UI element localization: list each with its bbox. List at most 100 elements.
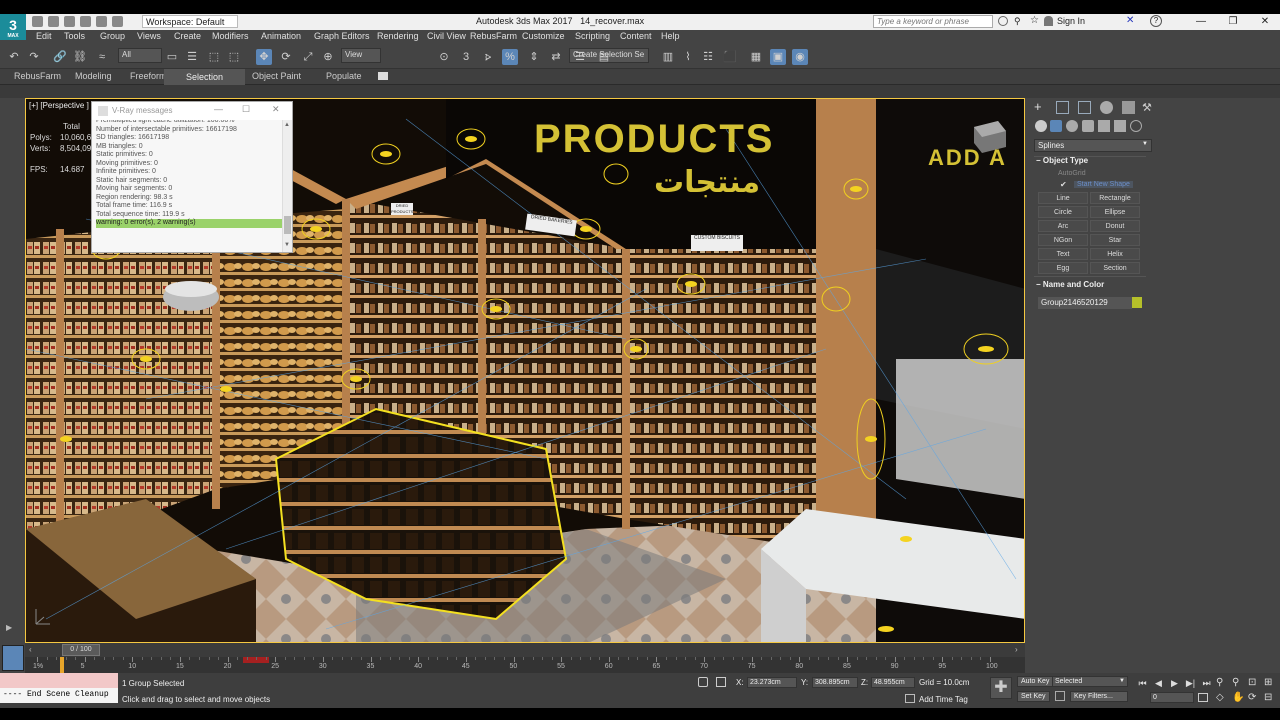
shape-button-section[interactable]: Section bbox=[1090, 262, 1140, 274]
x-coordinate-field[interactable]: 23.273cm bbox=[747, 677, 797, 688]
name-color-rollout[interactable]: − Name and Color bbox=[1036, 280, 1104, 289]
lock-selection-icon[interactable] bbox=[698, 677, 708, 687]
menu-graph-editors[interactable]: Graph Editors bbox=[314, 31, 370, 41]
favorites-star-icon[interactable]: ☆ bbox=[1030, 15, 1039, 26]
zoom-extents-icon[interactable]: ⊡ bbox=[1248, 677, 1256, 688]
object-name-field[interactable]: Group2146520129 bbox=[1038, 297, 1132, 309]
menu-animation[interactable]: Animation bbox=[261, 31, 301, 41]
snap-toggle-icon[interactable]: 3 bbox=[458, 49, 474, 65]
key-tangent-icon[interactable] bbox=[1055, 691, 1065, 701]
shapes-icon[interactable] bbox=[1050, 120, 1062, 132]
redo-quick-icon[interactable] bbox=[96, 16, 107, 27]
scroll-thumb[interactable] bbox=[284, 216, 291, 234]
hierarchy-tab-icon[interactable] bbox=[1078, 101, 1091, 114]
select-object-icon[interactable]: ▭ bbox=[164, 49, 180, 65]
geometry-icon[interactable] bbox=[1035, 120, 1047, 132]
undo-quick-icon[interactable] bbox=[80, 16, 91, 27]
menu-modifiers[interactable]: Modifiers bbox=[212, 31, 249, 41]
ribbon-options-icon[interactable] bbox=[378, 72, 388, 80]
lights-icon[interactable] bbox=[1066, 120, 1078, 132]
save-file-icon[interactable] bbox=[64, 16, 75, 27]
create-tab-icon[interactable]: + bbox=[1034, 100, 1047, 114]
set-key-button[interactable]: Set Key bbox=[1017, 691, 1050, 702]
select-move-icon[interactable]: ✥ bbox=[256, 49, 272, 65]
curve-editor-icon[interactable]: ⌇ bbox=[680, 49, 696, 65]
y-coordinate-field[interactable]: 308.895cm bbox=[812, 677, 858, 688]
scroll-up-icon[interactable]: ▲ bbox=[284, 122, 290, 128]
minimize-icon[interactable]: — bbox=[1186, 14, 1216, 29]
next-frame-arrow-icon[interactable]: › bbox=[1015, 645, 1018, 654]
subscription-icon[interactable]: ⚲ bbox=[1014, 16, 1021, 27]
object-type-rollout[interactable]: − Object Type bbox=[1036, 156, 1088, 165]
menu-customize[interactable]: Customize bbox=[522, 31, 565, 41]
unlink-icon[interactable]: ⛓ bbox=[72, 49, 88, 65]
time-tag-icon[interactable] bbox=[905, 694, 915, 703]
ribbon-tab-freeform[interactable]: Freeform bbox=[130, 71, 167, 81]
project-folder-icon[interactable] bbox=[112, 16, 123, 27]
menu-rebusfarm[interactable]: RebusFarm bbox=[470, 31, 517, 41]
scene-explorer-icon[interactable]: ▥ bbox=[660, 49, 676, 65]
motion-tab-icon[interactable] bbox=[1100, 101, 1113, 114]
utilities-tab-icon[interactable]: ⚒ bbox=[1142, 101, 1155, 114]
workspace-dropdown[interactable]: Workspace: Default bbox=[142, 15, 238, 28]
systems-icon[interactable] bbox=[1130, 120, 1142, 132]
menu-rendering[interactable]: Rendering bbox=[377, 31, 419, 41]
time-slider[interactable]: 0 / 100 › ‹ bbox=[25, 643, 1025, 657]
menu-create[interactable]: Create bbox=[174, 31, 201, 41]
menu-content[interactable]: Content bbox=[620, 31, 652, 41]
vray-scrollbar[interactable]: ▲ ▼ bbox=[282, 120, 292, 252]
field-of-view-icon[interactable]: ◇ bbox=[1216, 692, 1224, 703]
viewport-label[interactable]: [+] [Perspective ] bbox=[29, 101, 89, 110]
helpers-icon[interactable] bbox=[1098, 120, 1110, 132]
maximize-viewport-icon[interactable]: ⊟ bbox=[1264, 692, 1272, 703]
shape-button-donut[interactable]: Donut bbox=[1090, 220, 1140, 232]
select-rotate-icon[interactable]: ⟳ bbox=[278, 49, 294, 65]
search-input[interactable]: Type a keyword or phrase bbox=[873, 15, 993, 28]
app-logo[interactable]: 3 MAX bbox=[0, 14, 26, 40]
object-color-swatch[interactable] bbox=[1132, 297, 1142, 308]
menu-edit[interactable]: Edit bbox=[36, 31, 52, 41]
pivot-icon[interactable]: ⊙ bbox=[436, 49, 452, 65]
align-icon[interactable]: ☰ bbox=[572, 49, 588, 65]
select-by-name-icon[interactable]: ☰ bbox=[184, 49, 200, 65]
ribbon-tab-selection[interactable]: Selection bbox=[164, 69, 246, 85]
place-icon[interactable]: ⊕ bbox=[320, 49, 336, 65]
selection-filter-dropdown[interactable]: All bbox=[118, 48, 162, 63]
shape-button-star[interactable]: Star bbox=[1090, 234, 1140, 246]
window-crossing-icon[interactable]: ⬚ bbox=[226, 49, 242, 65]
material-editor-icon[interactable]: ⬛ bbox=[722, 49, 738, 65]
reference-coord-dropdown[interactable]: View bbox=[341, 48, 381, 63]
menu-scripting[interactable]: Scripting bbox=[575, 31, 610, 41]
time-config-icon[interactable] bbox=[1198, 693, 1208, 702]
exchange-icon[interactable]: ✕ bbox=[1126, 15, 1134, 26]
set-key-icon[interactable]: ✚ bbox=[990, 677, 1012, 699]
link-icon[interactable]: 🔗 bbox=[52, 49, 68, 65]
zoom-icon[interactable]: ⚲ bbox=[1216, 677, 1223, 688]
redo-icon[interactable]: ↷ bbox=[26, 49, 42, 65]
undo-icon[interactable]: ↶ bbox=[6, 49, 22, 65]
modify-tab-icon[interactable] bbox=[1056, 101, 1069, 114]
menu-views[interactable]: Views bbox=[137, 31, 161, 41]
new-file-icon[interactable] bbox=[32, 16, 43, 27]
expand-arrow-icon[interactable]: ▶ bbox=[6, 623, 12, 632]
pan-view-icon[interactable]: ✋ bbox=[1232, 692, 1244, 703]
search-icon[interactable] bbox=[998, 16, 1008, 26]
key-mode-dropdown[interactable]: Selected ▼ bbox=[1052, 676, 1128, 687]
spinner-snap-icon[interactable]: ⇕ bbox=[526, 49, 542, 65]
timeline-track[interactable]: 1% 5 10 15 20 25 30 35 40 45 50 55 60 65 70 75 80 85 90 95 1… bbox=[25, 657, 1025, 673]
vray-title-bar[interactable]: V-Ray messages — ☐ ✕ bbox=[92, 102, 292, 120]
shape-button-arc[interactable]: Arc bbox=[1038, 220, 1088, 232]
maxscript-listener-input[interactable] bbox=[0, 673, 118, 688]
shape-button-text[interactable]: Text bbox=[1038, 248, 1088, 260]
shape-button-circle[interactable]: Circle bbox=[1038, 206, 1088, 218]
next-frame-icon[interactable]: ▶| bbox=[1184, 677, 1197, 690]
maxscript-listener-output[interactable]: ---- End Scene Cleanup bbox=[0, 688, 118, 703]
play-icon[interactable]: ▶ bbox=[1168, 677, 1181, 690]
current-frame-field[interactable]: 0 bbox=[1150, 692, 1194, 703]
schematic-view-icon[interactable]: ☷ bbox=[700, 49, 716, 65]
menu-tools[interactable]: Tools bbox=[64, 31, 85, 41]
help-icon[interactable]: ? bbox=[1150, 15, 1162, 27]
maximize-icon[interactable]: ❐ bbox=[1218, 14, 1248, 29]
shape-button-rectangle[interactable]: Rectangle bbox=[1090, 192, 1140, 204]
close-icon[interactable]: ✕ bbox=[1250, 14, 1280, 29]
